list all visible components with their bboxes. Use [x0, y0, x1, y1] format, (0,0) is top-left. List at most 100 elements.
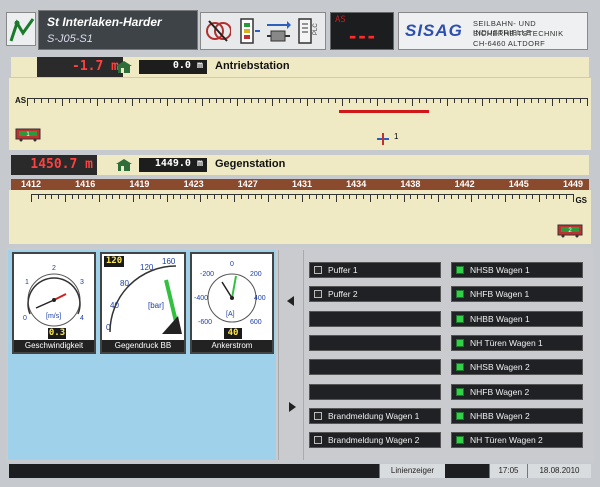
- status-row[interactable]: NH Türen Wagen 1: [451, 334, 583, 351]
- ruler-tick: [377, 98, 378, 106]
- ruler-tick: [314, 98, 315, 103]
- station-bar-antrieb: -1.7 m 0.0 m Antriebstation: [11, 57, 589, 77]
- current-scale-3: 0: [230, 261, 234, 268]
- ruler-tick: [295, 194, 297, 199]
- train1-position-display: -1.7 m: [37, 57, 123, 77]
- ruler-tick: [356, 98, 357, 103]
- ruler-tick: [132, 98, 133, 106]
- speed-unit: [m/s]: [46, 313, 61, 320]
- ruler-tick: [518, 194, 520, 199]
- ruler-tick: [302, 194, 303, 202]
- track1-panel[interactable]: AS 1 1: [9, 78, 591, 150]
- status-row[interactable]: NHSB Wagen 1: [451, 262, 583, 278]
- status-row[interactable]: NHFB Wagen 1: [451, 286, 583, 303]
- ruler-tick: [315, 194, 317, 199]
- status-row[interactable]: Brandmeldung Wagen 2: [309, 432, 441, 449]
- status-indicator: [456, 411, 464, 420]
- status-row[interactable]: Puffer 2: [309, 286, 441, 303]
- passing-point-label: 1: [394, 132, 399, 141]
- power-transfer-icon[interactable]: [265, 17, 291, 45]
- ruler-tick: [356, 194, 358, 199]
- speed-scale-3: 3: [80, 279, 84, 286]
- status-row[interactable]: [309, 359, 441, 376]
- pressure-scale-2: 80: [120, 279, 129, 288]
- status-indicator: [314, 266, 322, 274]
- ruler-tick: [200, 194, 202, 202]
- pressure-gauge[interactable]: 0 40 80 120 160 [bar] 120 Gegendruck BB: [100, 252, 186, 354]
- ruler-tick: [71, 194, 73, 199]
- display-mode[interactable]: Linienzeiger: [379, 464, 445, 478]
- ruler-tick: [300, 98, 301, 103]
- ruler-tick: [396, 194, 398, 199]
- plc-icon[interactable]: PLC: [295, 17, 321, 45]
- station-house-icon: [116, 61, 132, 73]
- status-label: NHBB Wagen 2: [470, 410, 530, 421]
- status-row[interactable]: [309, 334, 441, 351]
- ruler-tick: [279, 98, 280, 103]
- pressure-scale-3: 120: [140, 263, 154, 272]
- app-logo[interactable]: [6, 12, 36, 46]
- track2-ruler: [31, 194, 574, 206]
- ruler-tick: [552, 194, 554, 199]
- track2-panel[interactable]: GS 2: [9, 190, 591, 244]
- ruler-tick: [132, 194, 134, 202]
- current-scale-5: 400: [254, 295, 266, 302]
- ruler-tick: [510, 98, 511, 103]
- speed-gauge[interactable]: 0 1 2 3 4 [m/s] 0.3 Geschwindigkeit: [12, 252, 96, 354]
- ruler-tick: [91, 194, 93, 199]
- status-row[interactable]: Brandmeldung Wagen 1: [309, 407, 441, 424]
- alarm-value: ---: [349, 23, 377, 48]
- previous-page-arrow-icon[interactable]: [287, 296, 294, 306]
- ruler-tick: [288, 194, 290, 199]
- ruler-tick: [405, 98, 406, 103]
- ruler-tick: [216, 98, 217, 103]
- ruler-tick: [272, 98, 273, 106]
- status-label: NHSB Wagen 1: [470, 265, 530, 275]
- cableway-logo-icon: [9, 18, 35, 42]
- status-indicator: [456, 436, 464, 445]
- ruler-tick: [478, 194, 480, 199]
- ruler-tick: [342, 194, 344, 199]
- status-row[interactable]: NHBB Wagen 1: [451, 310, 583, 327]
- signal-cabinet-icon[interactable]: [235, 17, 261, 45]
- next-page-arrow-icon[interactable]: [289, 402, 296, 412]
- ruler-tick: [119, 194, 121, 199]
- status-bar: Linienzeiger 17:05 18.08.2010: [9, 464, 591, 478]
- ruler-tick: [451, 194, 453, 199]
- ruler-tick: [484, 194, 486, 199]
- ruler-tick: [258, 98, 259, 103]
- ruler-tick: [419, 98, 420, 103]
- alarm-display[interactable]: AS ---: [330, 12, 394, 50]
- status-row[interactable]: [309, 383, 441, 400]
- current-unit: [A]: [226, 311, 235, 318]
- status-indicator: [456, 387, 464, 396]
- ruler-tick: [307, 98, 308, 106]
- km-label: 1449: [562, 179, 584, 189]
- brake-fault-icon[interactable]: [205, 17, 231, 45]
- ruler-tick: [457, 194, 459, 199]
- status-label: Puffer 2: [328, 289, 358, 300]
- status-row[interactable]: NH Türen Wagen 2: [451, 432, 583, 449]
- track1-ruler: [27, 98, 588, 110]
- speed-scale-0: 0: [23, 315, 27, 322]
- train-car-1-icon[interactable]: 1: [15, 128, 41, 142]
- ruler-tick: [207, 194, 209, 199]
- status-row[interactable]: Puffer 1: [309, 262, 441, 278]
- ruler-tick: [384, 98, 385, 103]
- ruler-tick: [335, 194, 337, 202]
- status-row[interactable]: [309, 310, 441, 327]
- train-car-2-icon[interactable]: 2: [557, 224, 583, 238]
- pressure-value: 120: [104, 256, 124, 267]
- ruler-tick: [241, 194, 243, 199]
- ruler-tick: [587, 98, 588, 106]
- company-logo: SISAG: [405, 21, 463, 40]
- status-row[interactable]: NHBB Wagen 2: [451, 407, 583, 424]
- ruler-tick: [454, 98, 455, 103]
- ruler-tick: [223, 98, 224, 103]
- status-row[interactable]: NHSB Wagen 2: [451, 359, 583, 376]
- km-label: 1416: [75, 179, 96, 189]
- ruler-tick: [44, 194, 46, 199]
- ruler-tick: [321, 98, 322, 103]
- status-row[interactable]: NHFB Wagen 2: [451, 383, 583, 400]
- current-gauge[interactable]: -600 -400 -200 0 200 400 600 [A] 40 Anke…: [190, 252, 274, 354]
